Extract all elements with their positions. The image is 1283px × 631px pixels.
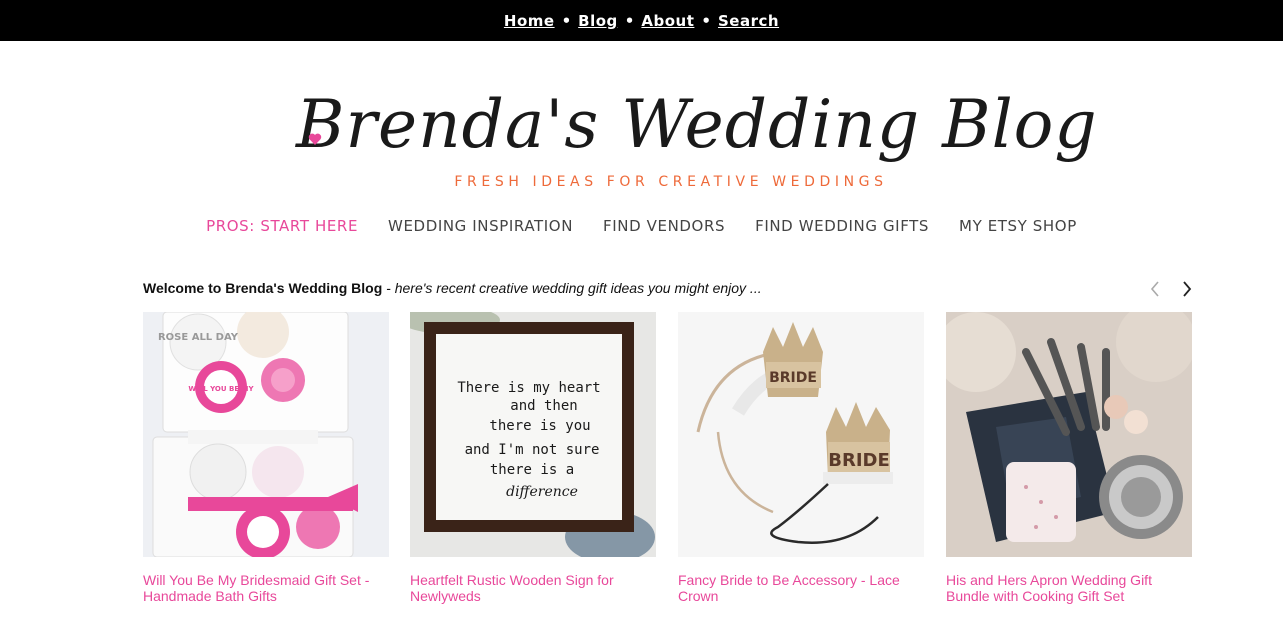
site-logo-title: Brenda's Wedding Blog bbox=[296, 86, 1098, 163]
product-card[interactable]: There is my heart and then there is you … bbox=[410, 312, 656, 604]
bath-bomb-label: ROSE ALL DAY bbox=[158, 332, 239, 343]
product-card[interactable]: ROSE ALL DAY WILL YOU BE MY Will You Be … bbox=[143, 312, 389, 604]
product-image-lace-crown[interactable]: BRIDE BRIDE bbox=[678, 312, 924, 557]
top-nav-home-link[interactable]: Home bbox=[504, 12, 555, 30]
product-title-link[interactable]: Will You Be My Bridesmaid Gift Set - Han… bbox=[143, 572, 389, 604]
welcome-subtext: - here's recent creative wedding gift id… bbox=[382, 280, 762, 296]
top-nav-separator: • bbox=[561, 11, 572, 30]
product-title-link[interactable]: Fancy Bride to Be Accessory - Lace Crown bbox=[678, 572, 924, 604]
bath-bomb-label: WILL YOU BE MY bbox=[188, 385, 254, 393]
sign-text-line: there is a bbox=[490, 462, 574, 478]
nav-item-find-vendors[interactable]: FIND VENDORS bbox=[603, 217, 725, 235]
carousel-controls bbox=[1146, 279, 1196, 299]
sign-text-line: and I'm not sure bbox=[465, 442, 600, 458]
product-title-link[interactable]: His and Hers Apron Wedding Gift Bundle w… bbox=[946, 572, 1192, 604]
heart-icon bbox=[308, 133, 322, 145]
product-image-bath-gifts[interactable]: ROSE ALL DAY WILL YOU BE MY bbox=[143, 312, 389, 557]
welcome-bold: Welcome to Brenda's Wedding Blog bbox=[143, 280, 383, 296]
product-card[interactable]: BRIDE BRIDE Fancy Bride to Be Accessory … bbox=[678, 312, 924, 604]
product-image-apron-bundle[interactable] bbox=[946, 312, 1192, 557]
crown-label: BRIDE bbox=[828, 450, 890, 471]
main-nav: PROS: START HERE WEDDING INSPIRATION FIN… bbox=[0, 217, 1283, 235]
nav-item-pros-start-here[interactable]: PROS: START HERE bbox=[206, 217, 358, 235]
welcome-text: Welcome to Brenda's Wedding Blog - here'… bbox=[143, 280, 762, 296]
top-nav-blog-link[interactable]: Blog bbox=[578, 12, 618, 30]
site-logo[interactable]: Brenda's Wedding Blog FRESH IDEAS FOR CR… bbox=[296, 80, 1098, 190]
top-nav-about-link[interactable]: About bbox=[641, 12, 694, 30]
sign-text-line: difference bbox=[506, 484, 578, 500]
site-tagline: FRESH IDEAS FOR CREATIVE WEDDINGS bbox=[454, 174, 888, 190]
nav-item-find-wedding-gifts[interactable]: FIND WEDDING GIFTS bbox=[755, 217, 929, 235]
top-nav-search-link[interactable]: Search bbox=[718, 12, 779, 30]
sign-text-line: There is my heart bbox=[457, 380, 600, 396]
product-card[interactable]: His and Hers Apron Wedding Gift Bundle w… bbox=[946, 312, 1192, 604]
product-title-link[interactable]: Heartfelt Rustic Wooden Sign for Newlywe… bbox=[410, 572, 656, 604]
nav-item-my-etsy-shop[interactable]: MY ETSY SHOP bbox=[959, 217, 1077, 235]
crown-label: BRIDE bbox=[769, 370, 817, 386]
top-nav-separator: • bbox=[701, 11, 711, 30]
chevron-right-icon[interactable] bbox=[1178, 279, 1196, 299]
chevron-left-icon[interactable] bbox=[1146, 279, 1164, 299]
nav-item-wedding-inspiration[interactable]: WEDDING INSPIRATION bbox=[388, 217, 573, 235]
product-image-rustic-sign[interactable]: There is my heart and then there is you … bbox=[410, 312, 656, 557]
sign-text-line: and then bbox=[510, 398, 577, 414]
top-nav-separator: • bbox=[624, 11, 635, 30]
sign-text-line: there is you bbox=[489, 418, 590, 434]
top-nav-bar: Home • Blog • About • Search bbox=[0, 0, 1283, 41]
